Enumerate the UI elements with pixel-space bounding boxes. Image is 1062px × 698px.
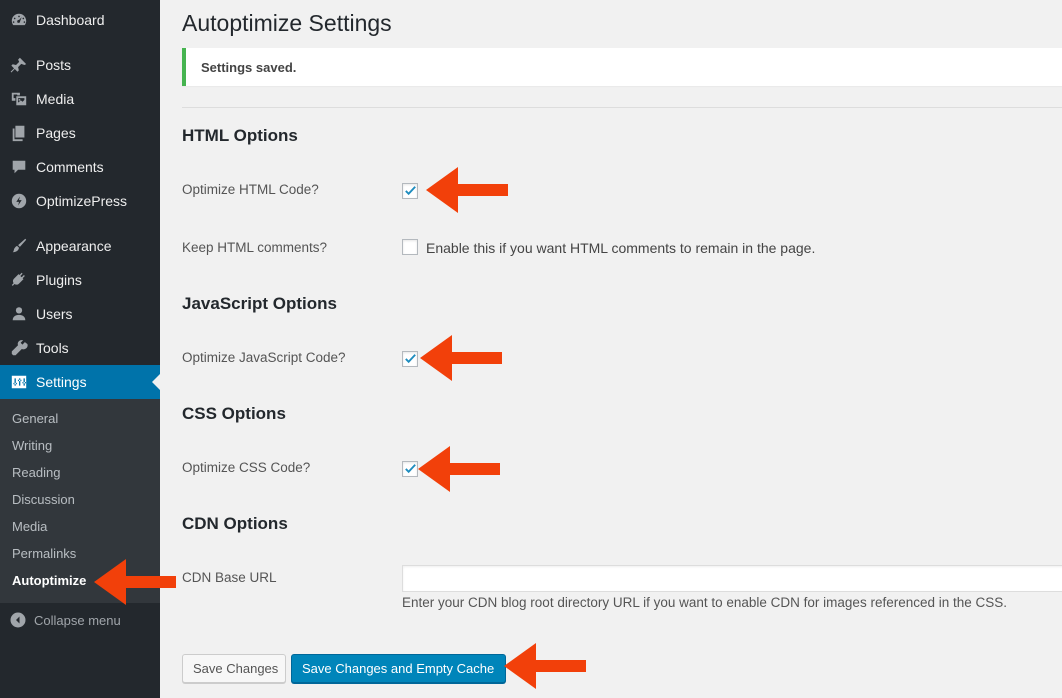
brush-icon [9, 236, 29, 256]
collapse-label: Collapse menu [34, 612, 121, 628]
menu-label: Appearance [36, 238, 112, 254]
cdn-options-heading: CDN Options [182, 514, 288, 533]
cdn-base-url-input[interactable] [402, 565, 1062, 592]
menu-item-pages[interactable]: Pages [0, 116, 160, 150]
menu-item-posts[interactable]: Posts [0, 48, 160, 82]
save-changes-button[interactable]: Save Changes [182, 654, 286, 683]
optimize-css-checkbox[interactable] [402, 461, 418, 477]
settings-saved-notice: Settings saved. [182, 48, 1062, 86]
annotation-arrow-icon [420, 335, 504, 381]
plugin-icon [9, 270, 29, 290]
pin-icon [9, 55, 29, 75]
optimize-js-label: Optimize JavaScript Code? [182, 350, 346, 365]
annotation-arrow-icon [94, 559, 178, 605]
media-icon [9, 89, 29, 109]
menu-label: Tools [36, 340, 69, 356]
keep-html-comments-label: Keep HTML comments? [182, 240, 328, 255]
menu-label: Comments [36, 159, 104, 175]
menu-label: Dashboard [36, 12, 105, 28]
dashboard-icon [9, 10, 29, 30]
cdn-base-url-description: Enter your CDN blog root directory URL i… [402, 595, 1008, 610]
wrench-icon [9, 338, 29, 358]
annotation-arrow-icon [426, 167, 510, 213]
menu-item-settings[interactable]: Settings [0, 365, 160, 399]
submenu-item-permalinks[interactable]: Permalinks [12, 546, 76, 561]
optimize-js-checkbox[interactable] [402, 351, 418, 367]
collapse-menu-button[interactable]: Collapse menu [0, 608, 160, 632]
optimize-html-label: Optimize HTML Code? [182, 182, 319, 197]
submenu-item-media[interactable]: Media [12, 519, 47, 534]
checkmark-icon [405, 186, 416, 196]
submenu-item-discussion[interactable]: Discussion [12, 492, 75, 507]
css-options-heading: CSS Options [182, 404, 286, 423]
checkmark-icon [405, 354, 416, 364]
menu-item-users[interactable]: Users [0, 297, 160, 331]
keep-html-comments-checkbox[interactable] [402, 239, 418, 255]
menu-item-appearance[interactable]: Appearance [0, 229, 160, 263]
notice-text: Settings saved. [201, 60, 297, 75]
submenu-item-general[interactable]: General [12, 411, 58, 426]
menu-label: OptimizePress [36, 193, 128, 209]
settings-icon [9, 372, 29, 392]
annotation-arrow-icon [504, 643, 588, 689]
submenu-item-reading[interactable]: Reading [12, 465, 60, 480]
comment-icon [9, 157, 29, 177]
checkmark-icon [405, 464, 416, 474]
menu-item-tools[interactable]: Tools [0, 331, 160, 365]
user-icon [9, 304, 29, 324]
menu-item-plugins[interactable]: Plugins [0, 263, 160, 297]
menu-item-dashboard[interactable]: Dashboard [0, 3, 160, 37]
menu-label: Media [36, 91, 75, 107]
keep-html-comments-description: Enable this if you want HTML comments to… [426, 240, 816, 256]
optimizepress-icon [9, 191, 29, 211]
javascript-options-heading: JavaScript Options [182, 294, 337, 313]
cdn-base-url-label: CDN Base URL [182, 570, 277, 585]
divider [182, 107, 1062, 108]
menu-label: Posts [36, 57, 72, 73]
optimize-css-label: Optimize CSS Code? [182, 460, 311, 475]
save-and-empty-cache-button[interactable]: Save Changes and Empty Cache [291, 654, 506, 683]
menu-item-media[interactable]: Media [0, 82, 160, 116]
menu-item-optimizepress[interactable]: OptimizePress [0, 184, 160, 218]
annotation-arrow-icon [418, 446, 502, 492]
submenu-item-autoptimize[interactable]: Autoptimize [12, 573, 86, 588]
submenu-item-writing[interactable]: Writing [12, 438, 52, 453]
main-content: Autoptimize Settings Settings saved. HTM… [160, 0, 1062, 698]
page-title: Autoptimize Settings [182, 10, 392, 36]
optimize-html-checkbox[interactable] [402, 183, 418, 199]
collapse-icon [10, 612, 26, 628]
menu-label: Pages [36, 125, 76, 141]
menu-label: Settings [36, 374, 87, 390]
html-options-heading: HTML Options [182, 126, 298, 145]
menu-item-comments[interactable]: Comments [0, 150, 160, 184]
menu-label: Users [36, 306, 73, 322]
menu-label: Plugins [36, 272, 82, 288]
pages-icon [9, 123, 29, 143]
